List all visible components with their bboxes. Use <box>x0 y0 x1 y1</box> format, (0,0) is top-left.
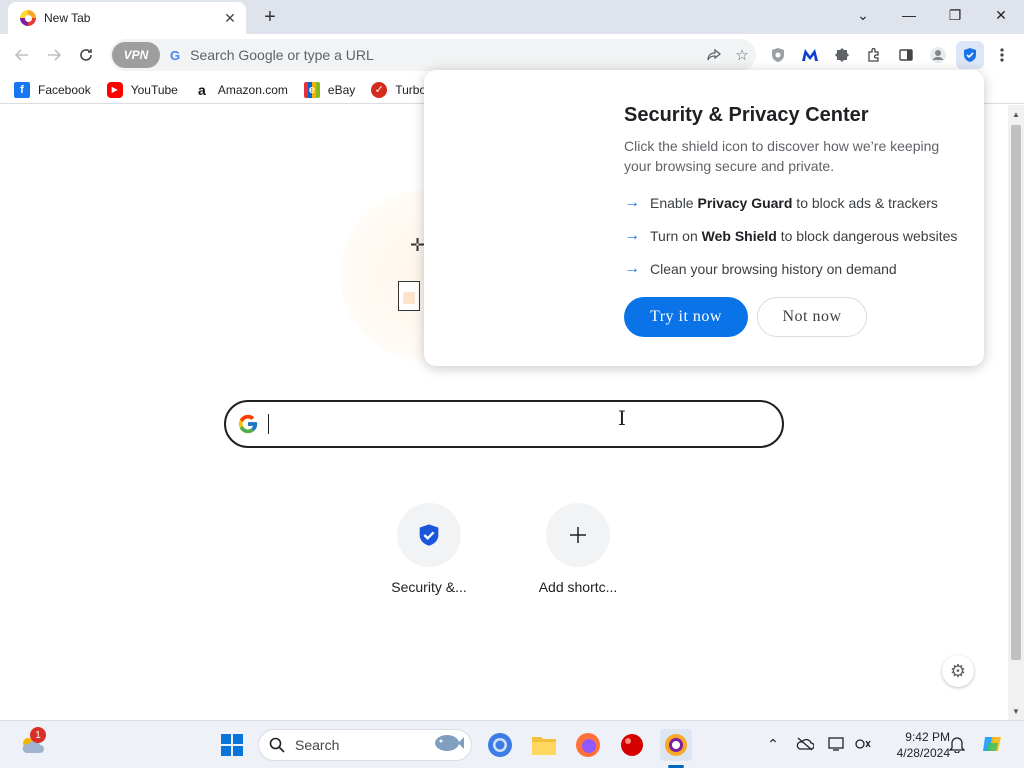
display-icon[interactable] <box>826 733 848 755</box>
taskbar-clock[interactable]: 9:42 PM 4/28/2024 <box>878 729 950 761</box>
bookmark-youtube[interactable]: ▶ YouTube <box>106 81 178 98</box>
restore-button[interactable]: ❐ <box>932 0 978 30</box>
extension-badge-icon[interactable] <box>830 43 854 67</box>
back-arrow-icon[interactable] <box>10 43 34 67</box>
bookmark-label: Amazon.com <box>217 82 288 97</box>
tab-title: New Tab <box>44 11 91 25</box>
youtube-icon: ▶ <box>106 81 123 98</box>
ibeam-cursor-icon: I <box>618 406 626 430</box>
feature-text-pre: Enable <box>650 195 698 211</box>
search-box[interactable] <box>224 400 784 448</box>
star-icon[interactable]: ☆ <box>728 41 756 69</box>
shortcut-label: Security &... <box>391 579 467 595</box>
security-privacy-popup: Security & Privacy Center Click the shie… <box>424 70 984 366</box>
text-caret <box>268 414 269 434</box>
malwarebytes-icon[interactable] <box>798 43 822 67</box>
tab-search-dropdown-icon[interactable]: ⌄ <box>840 0 886 30</box>
shortcut-security[interactable]: Security &... <box>379 503 479 595</box>
profile-icon[interactable] <box>926 43 950 67</box>
amazon-icon: a <box>197 81 206 98</box>
customize-gear-icon[interactable]: ⚙ <box>942 655 974 687</box>
try-it-now-button[interactable]: Try it now <box>624 297 748 337</box>
minimize-button[interactable]: — <box>886 0 932 30</box>
puzzle-icon[interactable] <box>862 43 886 67</box>
address-bar[interactable]: VPN G Search Google or type a URL ☆ <box>110 39 756 71</box>
menu-icon[interactable] <box>990 43 1014 67</box>
omnibox-placeholder: Search Google or type a URL <box>190 47 374 63</box>
turbotax-icon: ✓ <box>371 81 388 98</box>
new-tab-button[interactable]: + <box>258 5 282 29</box>
arrow-right-icon: → <box>624 194 640 211</box>
taskbar: 1 Search ⌃ 9:42 PM 4/28/2024 <box>0 720 1024 768</box>
clock-date: 4/28/2024 <box>896 746 950 760</box>
share-icon[interactable] <box>700 41 728 69</box>
bookmark-ebay[interactable]: e eBay <box>303 81 356 98</box>
search-icon <box>269 737 285 753</box>
browser-taskbar-icon[interactable] <box>660 729 692 761</box>
popup-description: Click the shield icon to discover how we… <box>624 138 940 174</box>
sidepanel-icon[interactable] <box>894 43 918 67</box>
reload-icon[interactable] <box>74 43 98 67</box>
network-volume-icon[interactable] <box>852 733 874 755</box>
arrow-right-icon: → <box>624 227 640 244</box>
red-ball-app-icon[interactable] <box>616 729 648 761</box>
popup-feature-item: → Turn on Web Shield to block dangerous … <box>624 227 957 245</box>
plus-icon <box>546 503 610 567</box>
feature-text-post: to block ads & trackers <box>792 195 938 211</box>
doodle-sparkle-icon: ✛ <box>410 235 426 255</box>
file-explorer-icon[interactable] <box>528 729 560 761</box>
tab-new-tab[interactable]: New Tab ✕ <box>8 2 246 34</box>
copilot-icon[interactable] <box>980 733 1006 755</box>
search-highlight-fish-icon <box>431 731 465 760</box>
close-window-button[interactable]: ✕ <box>978 0 1024 30</box>
feature-text-bold: Privacy Guard <box>697 195 793 211</box>
popup-feature-item: → Clean your browsing history on demand <box>624 260 897 278</box>
google-logo-icon <box>236 412 260 436</box>
bookmark-amazon[interactable]: a Amazon.com <box>194 82 288 98</box>
ebay-icon: e <box>303 81 320 98</box>
doodle-image[interactable] <box>398 281 420 311</box>
security-shield-icon[interactable] <box>956 41 984 69</box>
scrollbar[interactable]: ▲ ▼ <box>1008 105 1024 720</box>
shortcut-add[interactable]: Add shortc... <box>528 503 628 595</box>
shield-extension-icon[interactable] <box>766 43 790 67</box>
clock-time: 9:42 PM <box>905 730 950 744</box>
bell-icon[interactable] <box>946 733 968 755</box>
arrow-right-icon: → <box>624 260 640 277</box>
browser-logo-icon <box>20 10 36 26</box>
notification-badge: 1 <box>30 727 46 743</box>
facebook-icon: f <box>14 81 30 98</box>
not-now-button[interactable]: Not now <box>757 297 867 337</box>
forward-arrow-icon[interactable] <box>42 43 66 67</box>
shortcut-label: Add shortc... <box>538 579 618 595</box>
google-g-icon: G <box>170 47 181 63</box>
bookmark-label: Facebook <box>38 82 91 97</box>
bookmark-facebook[interactable]: f Facebook <box>14 81 91 98</box>
close-tab-icon[interactable]: ✕ <box>222 10 238 27</box>
bookmark-label: YouTube <box>130 82 178 97</box>
taskbar-search-label: Search <box>295 737 340 753</box>
vpn-button[interactable]: VPN <box>112 42 160 68</box>
popup-title: Security & Privacy Center <box>624 104 869 126</box>
taskbar-search[interactable]: Search <box>258 729 472 761</box>
popup-feature-item: → Enable Privacy Guard to block ads & tr… <box>624 194 938 212</box>
feature-text-pre: Turn on <box>650 228 702 244</box>
windows-start-icon[interactable] <box>216 729 248 761</box>
onedrive-offline-icon[interactable] <box>794 733 816 755</box>
chrome-taskbar-icon[interactable] <box>484 729 516 761</box>
feature-text-post: to block dangerous websites <box>776 228 958 244</box>
scroll-thumb[interactable] <box>1011 125 1021 660</box>
tab-strip: New Tab ✕ + ⌄ — ❐ ✕ <box>0 0 1024 34</box>
chevron-up-icon[interactable]: ⌃ <box>762 733 784 755</box>
firefox-icon[interactable] <box>572 729 604 761</box>
bookmark-label: eBay <box>327 82 356 97</box>
scroll-down-icon[interactable]: ▼ <box>1008 704 1024 718</box>
feature-text-pre: Clean your browsing history on demand <box>650 261 897 277</box>
browser-window: New Tab ✕ + ⌄ — ❐ ✕ VPN G Search Google … <box>0 0 1024 768</box>
scroll-up-icon[interactable]: ▲ <box>1008 107 1024 121</box>
feature-text-bold: Web Shield <box>701 228 777 244</box>
shield-check-icon <box>397 503 461 567</box>
